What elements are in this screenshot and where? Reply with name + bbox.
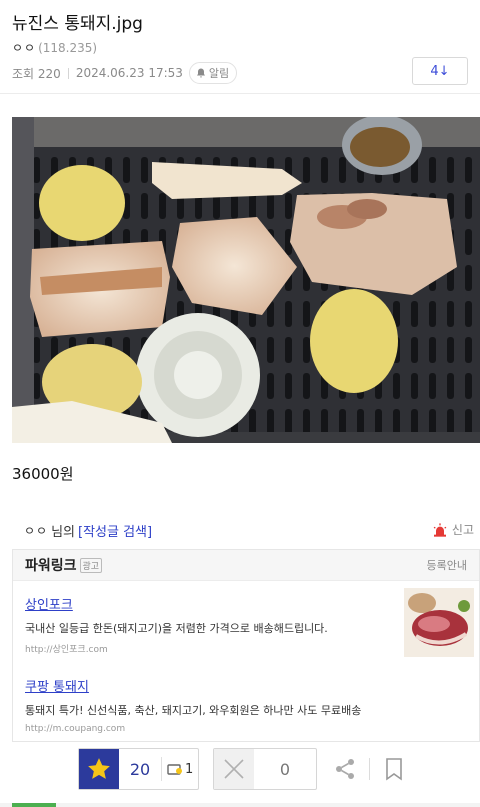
post-datetime: 2024.06.23 17:53 — [75, 66, 183, 80]
meat-thumbnail-image — [404, 588, 474, 657]
author-info: ㅇㅇ (118.235) — [12, 39, 97, 56]
bottom-accent — [12, 803, 56, 807]
ad-badge: 광고 — [79, 557, 103, 573]
author-box-nick[interactable]: ㅇㅇ — [24, 522, 48, 539]
star-icon — [88, 758, 110, 779]
close-x-icon — [224, 759, 244, 779]
ad-title[interactable]: 쿠팡 통돼지 — [25, 676, 361, 695]
powerlink-ad-box: 파워링크 광고 등록안내 상인포크 국내산 일등급 한돈(돼지고기)을 저렴한 … — [12, 549, 480, 742]
author-ip: (118.235) — [38, 40, 98, 55]
grilled-pork-image — [12, 117, 480, 443]
ad-url[interactable]: http://m.coupang.com — [25, 724, 361, 734]
author-box-suffix: 님의 — [51, 525, 76, 540]
author-nick[interactable]: ㅇㅇ — [12, 39, 36, 56]
action-divider — [369, 758, 370, 780]
dislike-count: 0 — [279, 759, 291, 779]
ad-item[interactable]: 쿠팡 통돼지 통돼지 특가! 신선식품, 축산, 돼지고기, 와우회원은 하나만… — [25, 676, 361, 734]
dislike-button[interactable] — [214, 749, 254, 789]
share-button[interactable] — [333, 757, 357, 785]
powerlink-header: 파워링크 광고 등록안내 — [13, 550, 479, 581]
bookmark-icon — [386, 758, 402, 781]
bell-icon — [196, 68, 205, 78]
report-button[interactable]: 신고 — [432, 521, 474, 538]
ad-url[interactable]: http://상인포크.com — [25, 642, 328, 655]
ad-description: 통돼지 특가! 신선식품, 축산, 돼지고기, 와우회원은 하나만 사도 무료배… — [25, 704, 362, 717]
recommend-count: 20 — [129, 759, 151, 779]
siren-icon — [433, 522, 447, 537]
ad-register-guide-link[interactable]: 등록안내 — [427, 557, 467, 573]
comment-count-button[interactable]: 4↓ — [412, 57, 468, 85]
ad-thumbnail[interactable] — [404, 588, 474, 657]
ad-description: 국내산 일등급 한돈(돼지고기)을 저렴한 가격으로 배송해드립니다. — [25, 622, 328, 635]
report-label: 신고 — [451, 523, 474, 537]
post-action-bar: 20 1 0 — [0, 748, 480, 792]
view-count: 조회 220 — [12, 66, 61, 81]
ad-item[interactable]: 상인포크 국내산 일등급 한돈(돼지고기)을 저렴한 가격으로 배송해드립니다.… — [25, 594, 328, 655]
fixed-recommend-count: 1 — [185, 761, 194, 777]
fixed-recommend[interactable]: 1 — [162, 762, 193, 777]
recommend-group: 20 1 — [78, 748, 199, 790]
bookmark-button[interactable] — [384, 757, 404, 785]
fixed-recommend-icon — [167, 764, 182, 775]
dislike-group: 0 — [213, 748, 317, 790]
powerlink-title: 파워링크 — [25, 558, 77, 574]
bottom-edge — [0, 803, 480, 807]
author-post-search-link[interactable]: [작성글 검색] — [78, 521, 152, 540]
post-photo[interactable] — [12, 117, 480, 443]
meta-divider — [67, 67, 69, 79]
header-divider — [0, 93, 480, 94]
post-meta: 조회 220 2024.06.23 17:53 알림 — [12, 62, 238, 84]
price-text: 36000원 — [12, 465, 74, 483]
recommend-button[interactable] — [79, 749, 119, 789]
ad-title[interactable]: 상인포크 — [25, 594, 328, 613]
post-title: 뉴진스 통돼지.jpg — [12, 14, 143, 34]
alarm-label: 알림 — [208, 67, 230, 80]
author-search-row: ㅇㅇ 님의 [작성글 검색] — [24, 521, 152, 540]
share-icon — [336, 759, 354, 779]
alarm-button[interactable]: 알림 — [188, 62, 238, 84]
